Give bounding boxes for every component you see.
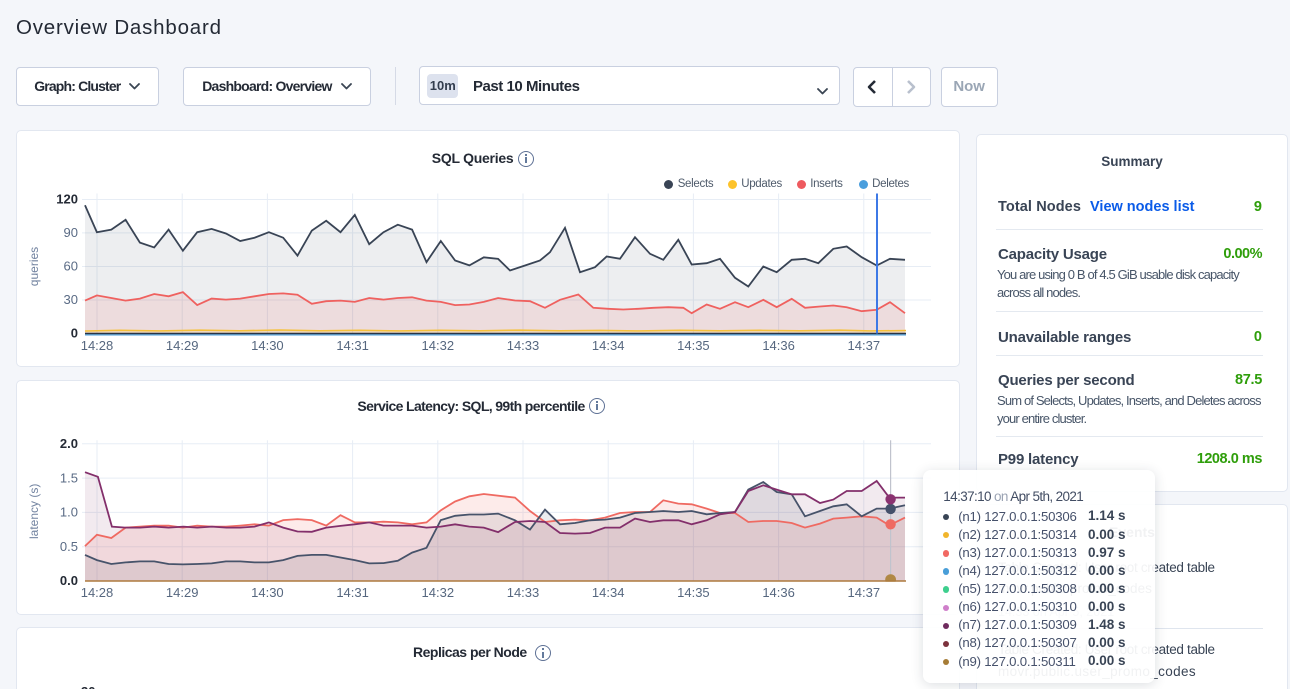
svg-text:0: 0 <box>71 325 78 340</box>
svg-text:60: 60 <box>64 258 78 273</box>
svg-text:14:34: 14:34 <box>592 584 625 599</box>
svg-text:14:32: 14:32 <box>422 338 455 353</box>
svg-text:14:35: 14:35 <box>677 338 710 353</box>
svg-text:14:29: 14:29 <box>166 338 199 353</box>
svg-text:14:36: 14:36 <box>762 338 795 353</box>
svg-text:14:34: 14:34 <box>592 338 625 353</box>
svg-text:14:31: 14:31 <box>336 584 369 599</box>
svg-text:0.5: 0.5 <box>60 539 78 554</box>
svg-text:14:33: 14:33 <box>507 584 540 599</box>
svg-text:14:28: 14:28 <box>81 338 114 353</box>
svg-text:queries: queries <box>27 246 41 285</box>
svg-text:14:29: 14:29 <box>166 584 199 599</box>
svg-text:14:32: 14:32 <box>422 584 455 599</box>
svg-text:2.0: 2.0 <box>60 436 78 451</box>
svg-text:14:37: 14:37 <box>848 584 881 599</box>
svg-text:120: 120 <box>56 191 78 206</box>
svg-text:30: 30 <box>64 292 78 307</box>
svg-text:90: 90 <box>64 225 78 240</box>
svg-text:14:35: 14:35 <box>677 584 710 599</box>
svg-text:0.0: 0.0 <box>60 573 78 588</box>
svg-text:14:30: 14:30 <box>251 584 284 599</box>
svg-text:14:36: 14:36 <box>762 584 795 599</box>
svg-text:1.0: 1.0 <box>60 504 78 519</box>
svg-text:latency (s): latency (s) <box>27 483 41 538</box>
svg-text:14:28: 14:28 <box>81 584 114 599</box>
svg-text:14:30: 14:30 <box>251 338 284 353</box>
svg-text:14:31: 14:31 <box>336 338 369 353</box>
svg-text:1.5: 1.5 <box>60 470 78 485</box>
svg-text:14:33: 14:33 <box>507 338 540 353</box>
svg-text:14:37: 14:37 <box>848 338 881 353</box>
